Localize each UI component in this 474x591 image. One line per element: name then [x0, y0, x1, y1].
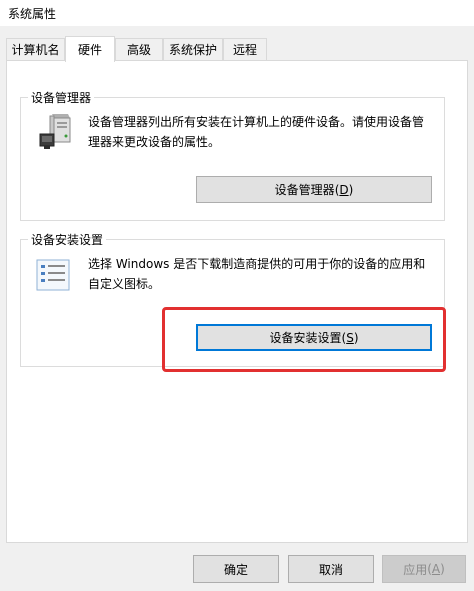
- device-manager-icon: [36, 110, 76, 154]
- window-title: 系统属性: [8, 7, 57, 21]
- apply-button[interactable]: 应用(A): [382, 555, 466, 583]
- tab-advanced[interactable]: 高级: [115, 38, 163, 60]
- device-manager-description: 设备管理器列出所有安装在计算机上的硬件设备。请使用设备管 理器来更改设备的属性。: [88, 115, 425, 149]
- device-install-settings-button[interactable]: 设备安装设置(S): [196, 324, 432, 351]
- device-manager-button[interactable]: 设备管理器(D): [196, 176, 432, 203]
- device-install-group-label: 设备安装设置: [28, 231, 107, 248]
- tab-computer-name[interactable]: 计算机名: [6, 38, 65, 60]
- checklist-icon: [36, 259, 70, 291]
- tab-system-protection[interactable]: 系统保护: [163, 38, 223, 60]
- ok-button[interactable]: 确定: [193, 555, 279, 583]
- tab-remote[interactable]: 远程: [223, 38, 267, 60]
- tab-hardware[interactable]: 硬件: [65, 36, 115, 62]
- cancel-button[interactable]: 取消: [288, 555, 374, 583]
- device-manager-group-label: 设备管理器: [28, 89, 95, 106]
- title-bar: [0, 0, 474, 26]
- device-install-description: 选择 Windows 是否下载制造商提供的可用于你的设备的应用和 自定义图标。: [88, 257, 426, 291]
